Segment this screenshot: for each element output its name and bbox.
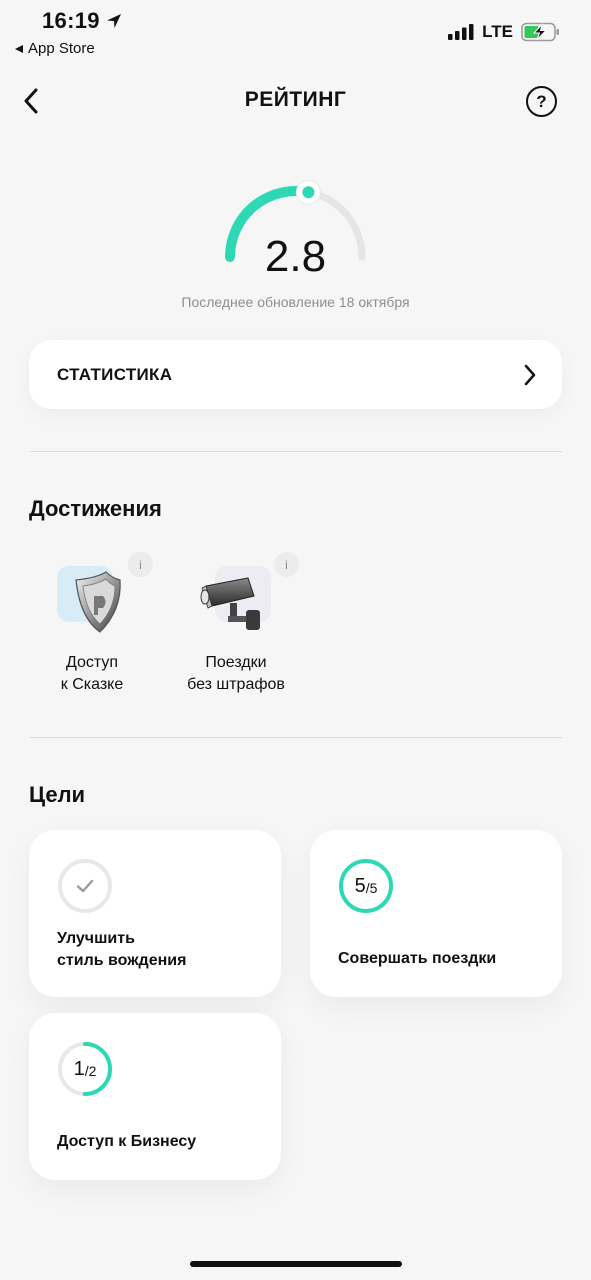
- chevron-right-icon: [524, 364, 536, 385]
- status-time: 16:19: [42, 8, 122, 34]
- rating-value: 2.8: [264, 232, 327, 281]
- page-title: РЕЙТИНГ: [244, 88, 347, 111]
- divider: [29, 451, 562, 452]
- help-button[interactable]: ?: [526, 86, 557, 117]
- divider: [29, 737, 562, 738]
- network-type: LTE: [482, 22, 513, 41]
- achievements-title: Достижения: [29, 496, 162, 521]
- status-right: LTE: [448, 22, 561, 42]
- location-arrow-icon: [106, 14, 121, 28]
- back-to-app-link[interactable]: App Store: [14, 40, 95, 57]
- statistics-label: СТАТИСТИКА: [57, 364, 173, 384]
- goal-progress-text: 1/2: [73, 1057, 97, 1080]
- check-icon: [76, 879, 94, 893]
- gauge-knob-dot: [302, 186, 315, 199]
- back-triangle-icon: [15, 44, 23, 53]
- achievements-list: i Доступ к Сказке i Поездки без штрафов: [0, 550, 591, 710]
- camera-icon: [200, 577, 260, 630]
- goal-card-trips[interactable]: 5/5 Совершать поездки: [310, 830, 562, 997]
- goal-status-ring: [58, 859, 112, 913]
- goal-label: Совершать поездки: [338, 950, 497, 967]
- achievement-item[interactable]: i Доступ к Сказке: [40, 550, 170, 700]
- signal-bars-icon: [448, 24, 474, 40]
- achievement-item[interactable]: i Поездки без штрафов: [176, 550, 306, 700]
- goal-label: Доступ к Бизнесу: [57, 1133, 197, 1150]
- goal-progress-text: 5/5: [354, 874, 378, 897]
- goal-card-business[interactable]: 1/2 Доступ к Бизнесу: [29, 1013, 281, 1180]
- achievement-label: Поездки без штрафов: [187, 654, 285, 693]
- question-icon: ?: [536, 91, 547, 111]
- info-button[interactable]: i: [128, 552, 153, 577]
- statistics-button[interactable]: СТАТИСТИКА: [29, 340, 562, 409]
- battery-charging-icon: [521, 22, 559, 42]
- goal-label: Улучшить стиль вождения: [57, 930, 187, 969]
- goals-title: Цели: [29, 782, 86, 807]
- shield-icon: [75, 571, 121, 633]
- achievement-label: Доступ к Сказке: [60, 654, 124, 693]
- info-button[interactable]: i: [274, 552, 299, 577]
- home-indicator: [190, 1261, 402, 1267]
- rating-updated-text: Последнее обновление 18 октября: [181, 294, 410, 310]
- goal-card-driving-style[interactable]: Улучшить стиль вождения: [29, 830, 281, 997]
